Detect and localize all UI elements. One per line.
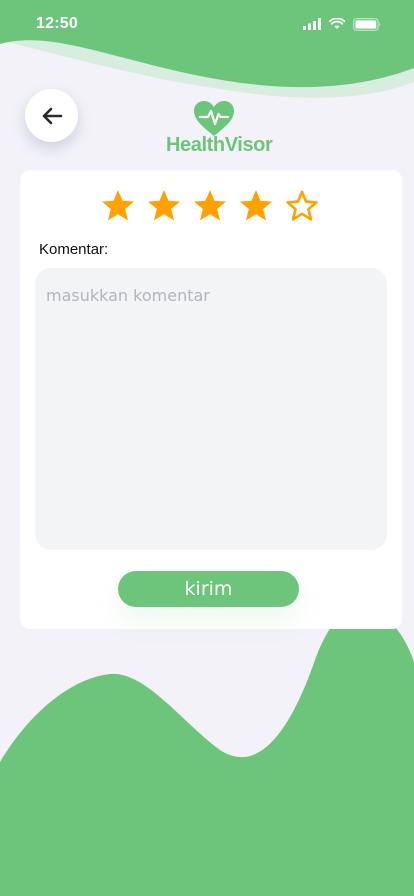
- star-4-filled-icon[interactable]: [238, 188, 274, 224]
- comment-label: Komentar:: [39, 241, 109, 258]
- review-card: Komentar: kirim: [20, 170, 402, 629]
- star-2-filled-icon[interactable]: [146, 188, 182, 224]
- healthvisor-logo: HealthVisor: [166, 100, 273, 160]
- cellular-signal-icon: [303, 18, 321, 30]
- back-button[interactable]: [25, 89, 78, 142]
- status-icons: [303, 17, 382, 31]
- wifi-icon: [329, 18, 345, 29]
- status-bar: 12:50: [0, 0, 414, 48]
- star-3-filled-icon[interactable]: [192, 188, 228, 224]
- logo-text: HealthVisor: [166, 134, 273, 156]
- bottom-wave-background: [0, 606, 414, 896]
- battery-icon: [353, 17, 381, 31]
- star-rating[interactable]: [100, 186, 320, 226]
- status-time: 12:50: [36, 15, 78, 32]
- arrow-left-icon: [42, 107, 62, 124]
- star-1-filled-icon[interactable]: [100, 188, 136, 224]
- submit-button[interactable]: kirim: [118, 571, 299, 607]
- heart-pulse-icon: [194, 101, 234, 136]
- star-5-outline-icon[interactable]: [284, 188, 320, 224]
- comment-input[interactable]: [35, 268, 387, 550]
- rating-screen: 12:50 HealthVisor Komentar: masukkan kom…: [0, 0, 414, 896]
